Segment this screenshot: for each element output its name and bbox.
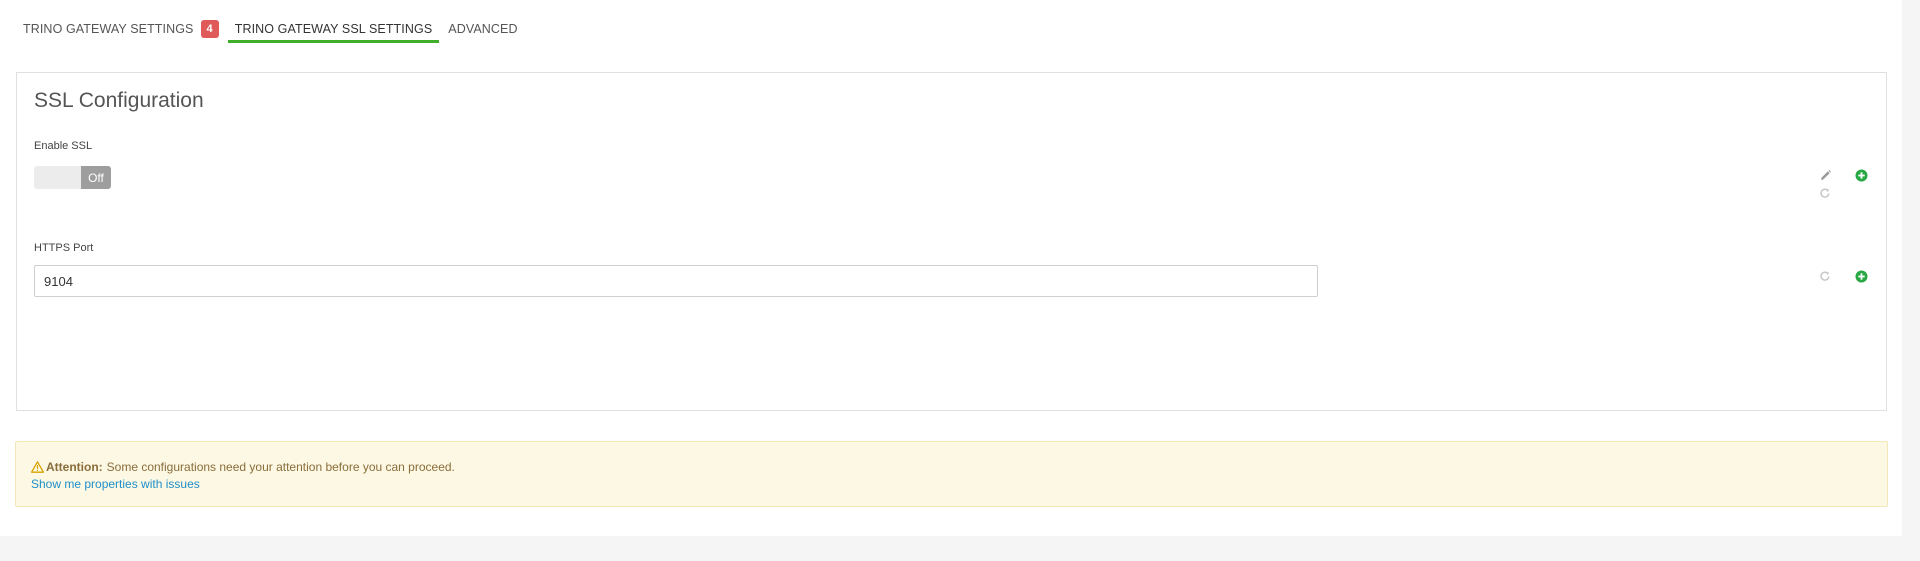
tab-label: ADVANCED — [448, 22, 518, 36]
undo-icon[interactable] — [1818, 269, 1832, 283]
tab-label: TRINO GATEWAY SETTINGS — [23, 22, 194, 36]
enable-ssl-label: Enable SSL — [34, 140, 93, 152]
toggle-track — [34, 166, 81, 189]
tab-bar: TRINO GATEWAY SETTINGS 4 TRINO GATEWAY S… — [16, 14, 527, 44]
undo-icon[interactable] — [1818, 186, 1832, 200]
attention-alert: Attention: Some configurations need your… — [15, 441, 1888, 507]
toggle-state-label: Off — [81, 166, 111, 189]
ssl-configuration-panel: SSL Configuration Enable SSL Off HTTPS P… — [16, 72, 1887, 411]
tab-label: TRINO GATEWAY SSL SETTINGS — [234, 22, 433, 36]
alert-message: Some configurations need your attention … — [106, 460, 455, 474]
issue-count-badge: 4 — [200, 20, 219, 38]
page-content: TRINO GATEWAY SETTINGS 4 TRINO GATEWAY S… — [0, 0, 1902, 536]
alert-message-line: Attention: Some configurations need your… — [31, 460, 455, 474]
tab-advanced[interactable]: ADVANCED — [441, 14, 524, 41]
https-port-label: HTTPS Port — [34, 242, 94, 254]
tab-trino-gateway-ssl-settings[interactable]: TRINO GATEWAY SSL SETTINGS — [227, 14, 440, 43]
alert-strong-text: Attention: — [46, 460, 103, 474]
panel-title: SSL Configuration — [34, 89, 204, 112]
plus-circle-icon[interactable] — [1854, 168, 1868, 182]
show-issues-link[interactable]: Show me properties with issues — [31, 477, 200, 491]
tab-trino-gateway-settings[interactable]: TRINO GATEWAY SETTINGS 4 — [16, 14, 226, 41]
enable-ssl-toggle[interactable]: Off — [34, 166, 111, 189]
plus-circle-icon[interactable] — [1854, 269, 1868, 283]
warning-icon — [31, 461, 44, 473]
page-scroll-gutter — [1902, 0, 1920, 561]
pencil-icon[interactable] — [1818, 168, 1832, 182]
https-port-input[interactable] — [34, 265, 1318, 297]
